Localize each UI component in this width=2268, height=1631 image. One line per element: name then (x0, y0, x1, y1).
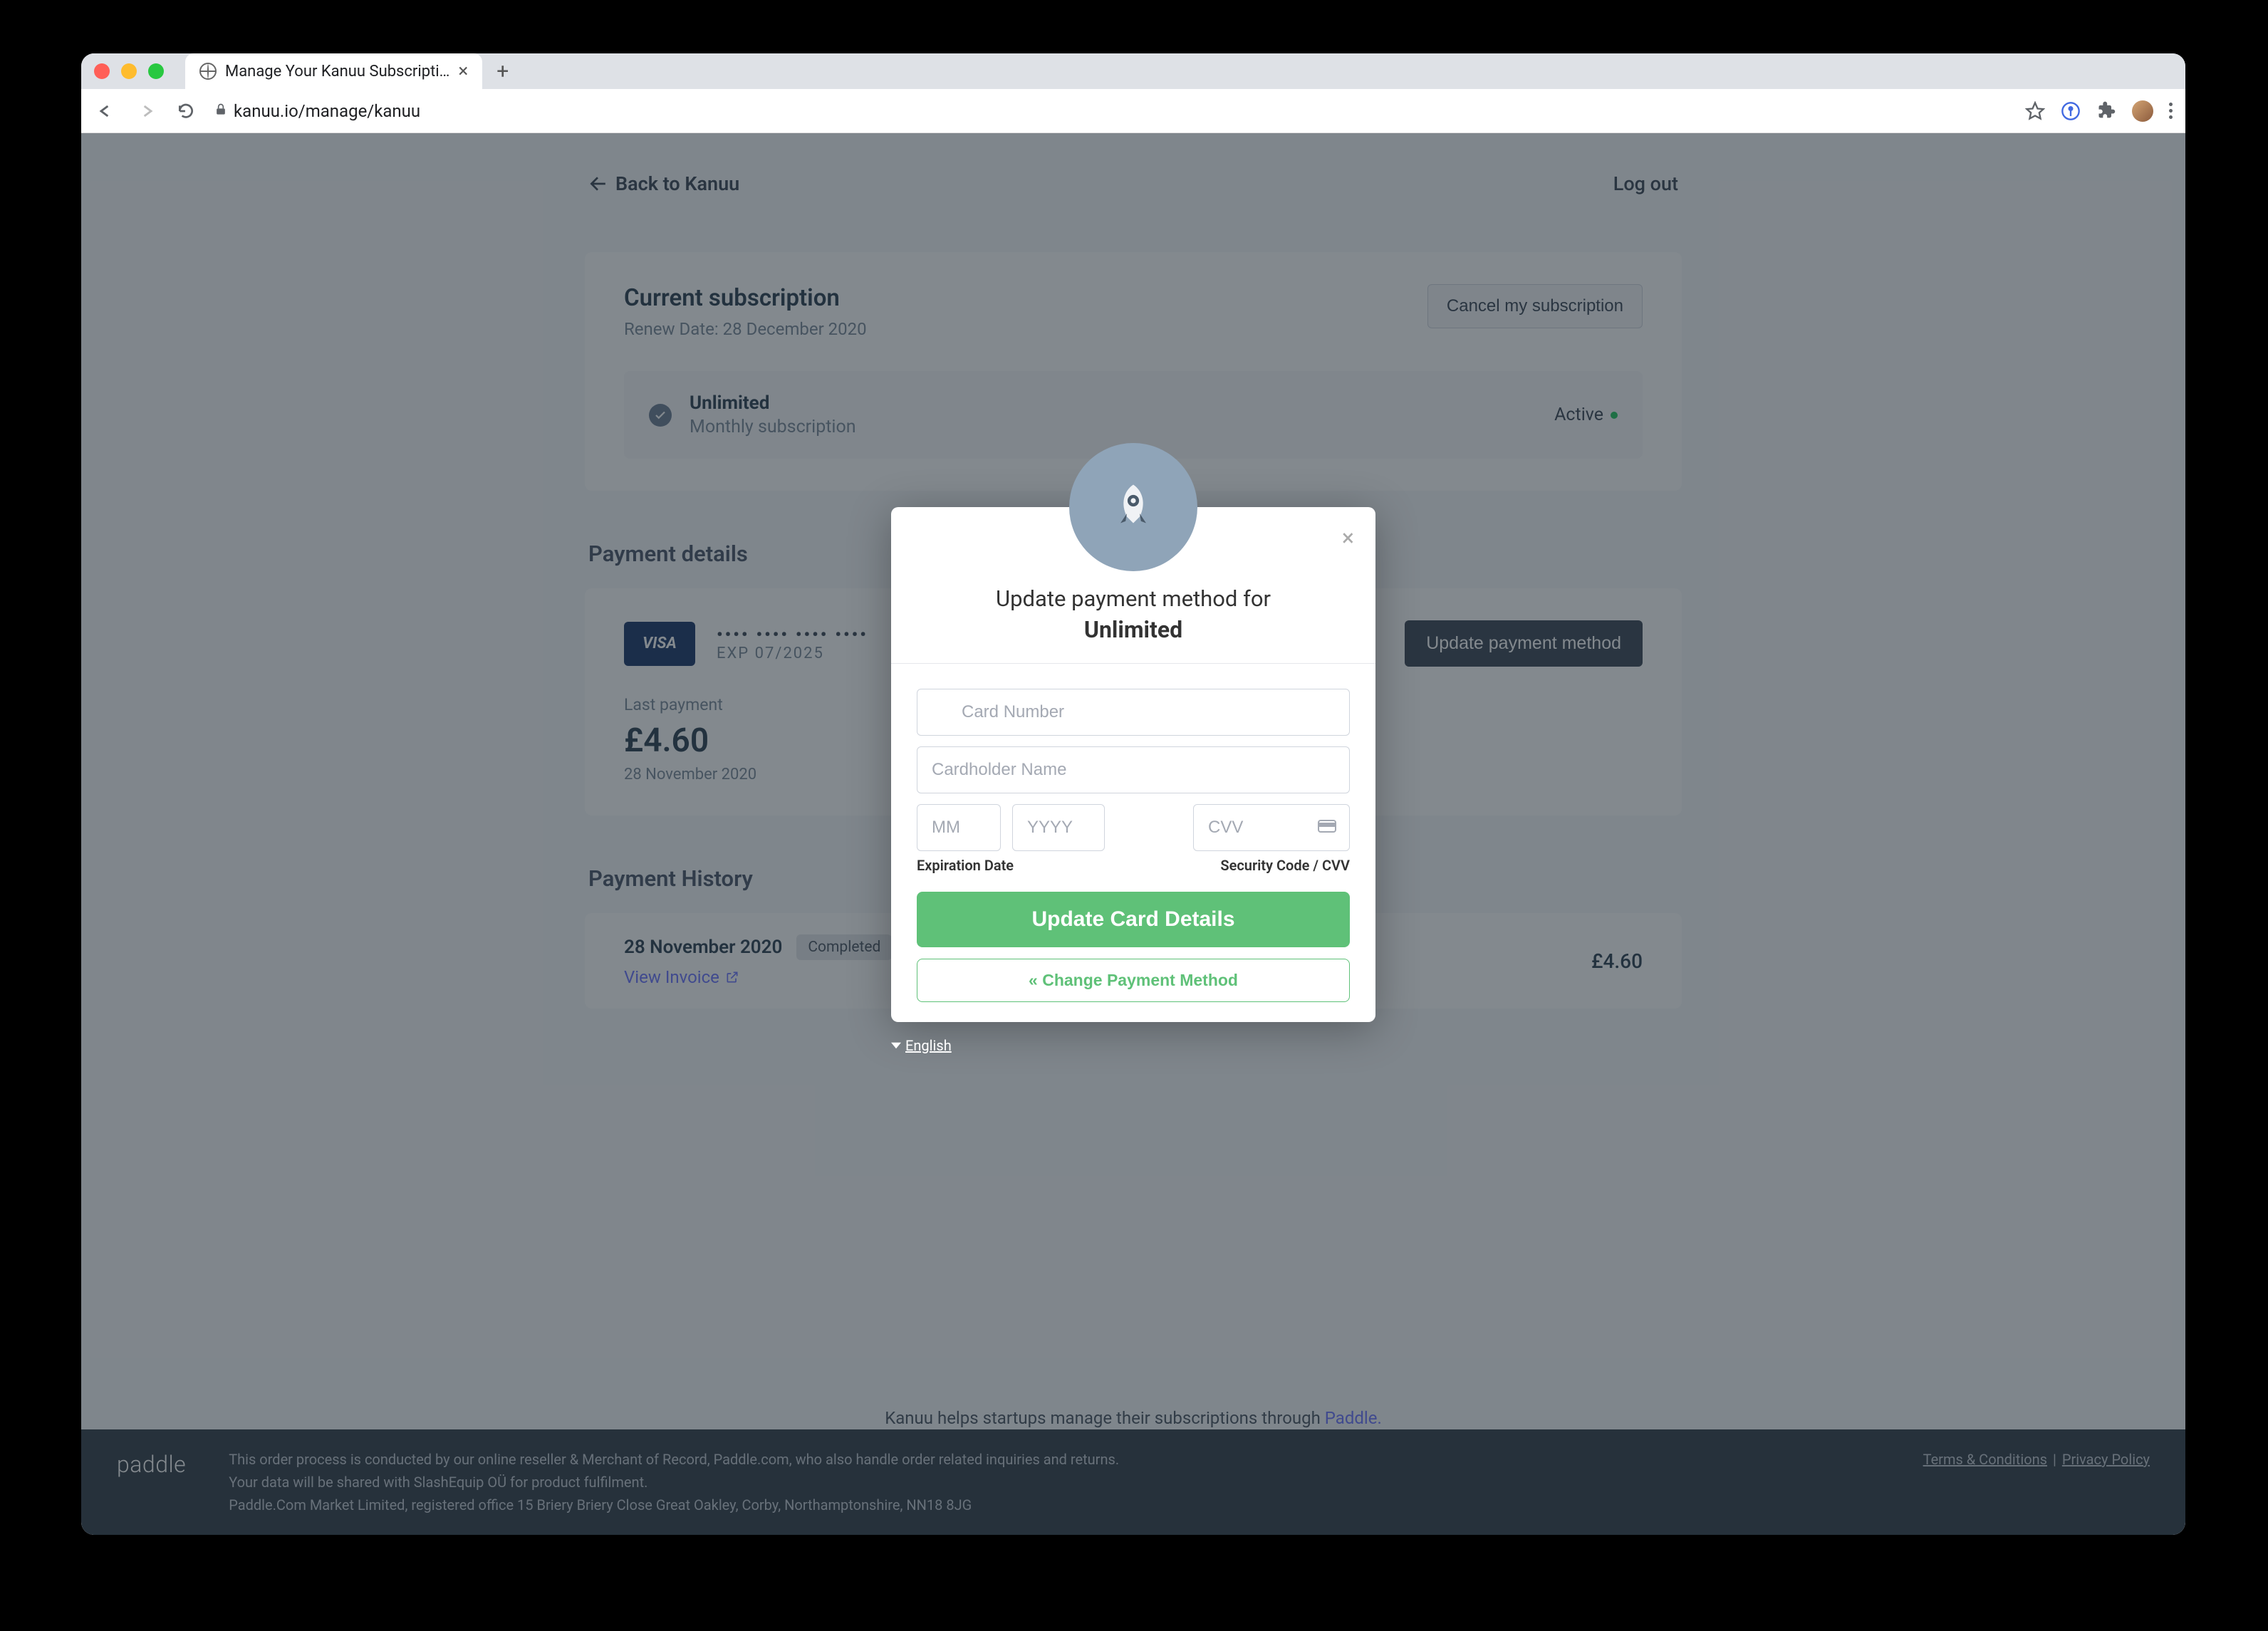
modal-title: Update payment method for (891, 585, 1375, 612)
forward-arrow-icon (134, 99, 158, 123)
extensions-icon[interactable] (2096, 101, 2116, 121)
expiry-month-input[interactable] (917, 804, 1001, 851)
url-bar: kanuu.io/manage/kanuu (81, 89, 2185, 133)
new-tab-button[interactable]: + (496, 59, 509, 84)
minimize-window-icon[interactable] (121, 63, 137, 79)
back-arrow-icon[interactable] (94, 99, 118, 123)
profile-avatar[interactable] (2132, 100, 2153, 122)
cvv-label: Security Code / CVV (1220, 857, 1350, 874)
card-back-icon (1317, 819, 1337, 836)
rocket-icon (1069, 443, 1197, 571)
update-payment-modal: × Update payment method for Unlimited (891, 507, 1375, 1022)
modal-subtitle: Unlimited (891, 616, 1375, 663)
lock-icon (214, 101, 228, 121)
chevron-down-icon (891, 1041, 901, 1051)
menu-icon[interactable] (2169, 103, 2173, 119)
maximize-window-icon[interactable] (148, 63, 164, 79)
reload-icon[interactable] (174, 99, 198, 123)
url-field[interactable]: kanuu.io/manage/kanuu (214, 101, 2009, 121)
close-window-icon[interactable] (94, 63, 110, 79)
window-controls (94, 63, 164, 79)
browser-tab[interactable]: Manage Your Kanuu Subscripti… × (185, 53, 482, 89)
card-number-input[interactable] (917, 689, 1350, 736)
star-icon[interactable] (2025, 101, 2045, 121)
expiry-year-input[interactable] (1012, 804, 1105, 851)
close-icon[interactable]: × (1342, 524, 1354, 551)
language-label: English (905, 1037, 952, 1054)
language-selector[interactable]: English (891, 1037, 952, 1054)
url-text: kanuu.io/manage/kanuu (234, 101, 420, 121)
tab-bar: Manage Your Kanuu Subscripti… × + (81, 53, 2185, 89)
tab-title: Manage Your Kanuu Subscripti… (225, 63, 449, 80)
expiry-label: Expiration Date (917, 857, 1014, 874)
password-manager-icon[interactable] (2061, 101, 2081, 121)
cardholder-name-input[interactable] (917, 746, 1350, 793)
globe-icon (199, 63, 217, 80)
tab-close-icon[interactable]: × (458, 61, 468, 82)
update-card-details-button[interactable]: Update Card Details (917, 892, 1350, 947)
change-payment-method-button[interactable]: « Change Payment Method (917, 959, 1350, 1002)
